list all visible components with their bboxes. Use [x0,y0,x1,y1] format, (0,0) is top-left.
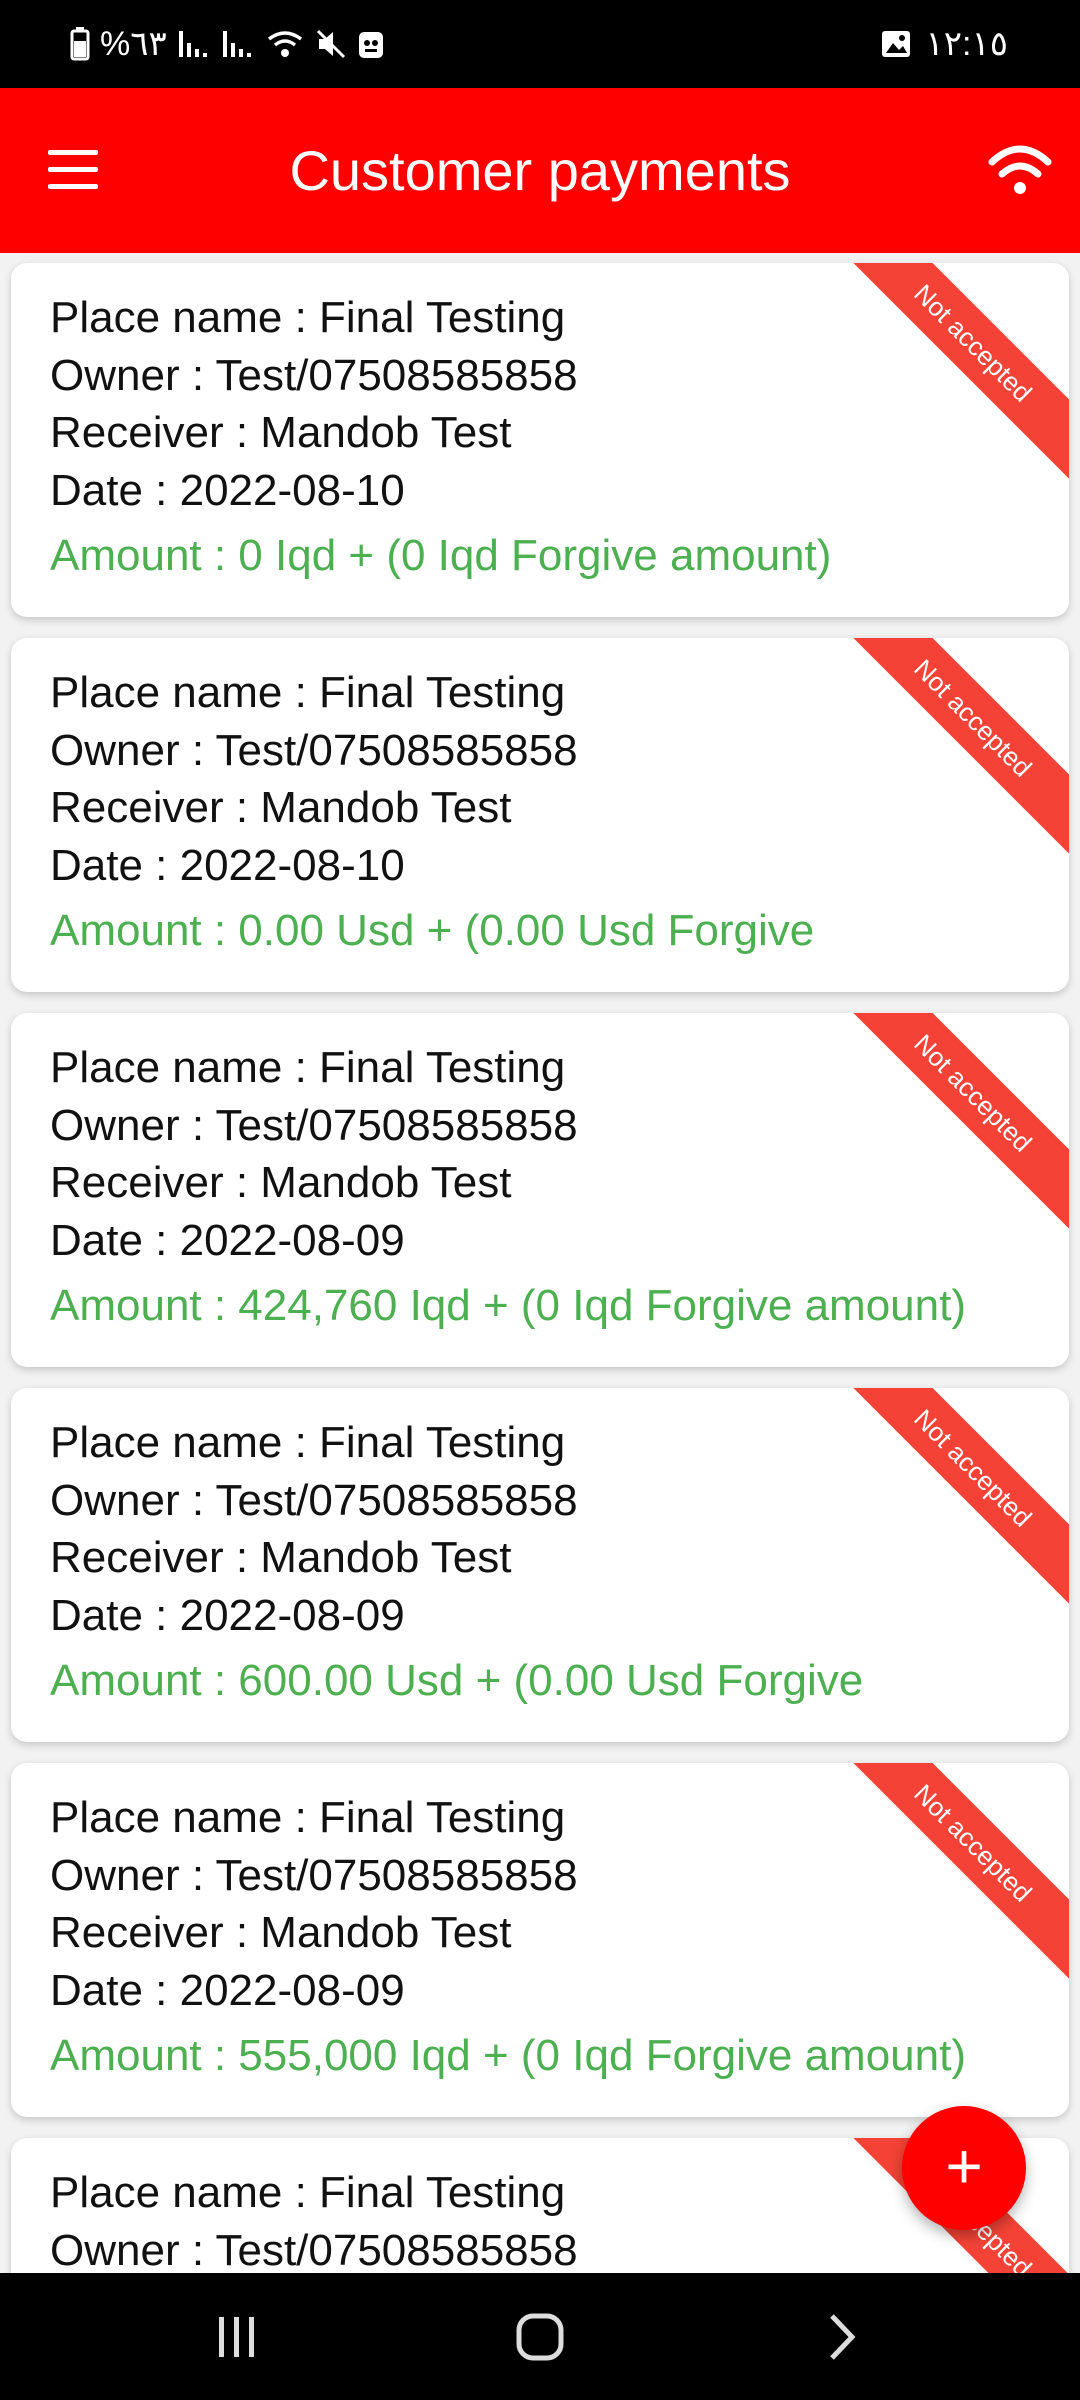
place-name: Place name : Final Testing [50,668,566,717]
owner: Owner : Test/07508585858 [50,2225,578,2274]
owner: Owner : Test/07508585858 [50,725,578,775]
app-notification-icon [358,32,383,58]
signal-icon-2 [222,31,251,57]
payment-card[interactable]: Place name : Final Testing Owner : Test/… [11,638,1069,992]
amount: Amount : 600.00 Usd + (0.00 Usd Forgive [50,1656,864,1705]
owner: Owner : Test/07508585858 [50,1100,578,1150]
place-name: Place name : Final Testing [50,2168,566,2217]
place-name: Place name : Final Testing [50,1418,566,1467]
status-ribbon: Not accepted [832,638,1069,859]
receiver: Receiver : Mandob Test [50,1533,512,1582]
home-icon [516,2313,564,2360]
app-bar: Customer payments [0,88,1080,253]
place-name: Place name : Final Testing [50,1793,566,1842]
receiver: Receiver : Mandob Test [50,1158,512,1207]
status-right-group: ١٢:١٥ [880,22,1009,66]
battery-icon [70,27,90,61]
payments-list[interactable]: Place name : Final Testing Owner : Test/… [0,253,1080,2273]
signal-icon-1 [178,31,207,57]
add-payment-button[interactable]: + [902,2106,1026,2230]
payment-card[interactable]: Place name : Final Testing Owner : Test/… [11,1763,1069,2117]
plus-icon: + [945,2130,983,2202]
date: Date : 2022-08-10 [50,465,405,515]
date: Date : 2022-08-10 [50,840,405,890]
status-time: ١٢:١٥ [925,25,1009,63]
home-button[interactable] [480,2273,600,2400]
recent-apps-icon [219,2316,254,2357]
payment-card[interactable]: Place name : Final Testing Owner : Test/… [11,1388,1069,1742]
recent-apps-button[interactable] [177,2273,297,2400]
mute-icon [316,29,345,59]
back-button[interactable] [782,2273,902,2400]
page-title: Customer payments [289,139,791,202]
chevron-right-icon [830,2313,856,2360]
gallery-icon [881,31,910,57]
amount: Amount : 0.00 Usd + (0.00 Usd Forgive [50,906,815,955]
payment-card[interactable]: Place name : Final Testing Owner : Test/… [11,263,1069,617]
date: Date : 2022-08-09 [50,1965,405,2015]
system-nav-bar [0,2273,1080,2400]
status-ribbon: Not accepted [832,263,1069,484]
status-ribbon: Not accepted [832,1388,1069,1609]
receiver: Receiver : Mandob Test [50,783,512,832]
wifi-icon[interactable] [988,142,1052,198]
wifi-status-icon [267,31,302,57]
payment-card[interactable]: Place name : Final Testing Owner : Test/… [11,1013,1069,1367]
receiver: Receiver : Mandob Test [50,1908,512,1957]
status-bar: %٦٣ ١٢:١٥ [0,0,1080,88]
place-name: Place name : Final Testing [50,293,566,342]
battery-percent: %٦٣ [100,25,167,63]
place-name: Place name : Final Testing [50,1043,566,1092]
amount: Amount : 424,760 Iqd + (0 Iqd Forgive am… [50,1281,966,1330]
owner: Owner : Test/07508585858 [50,1475,578,1525]
owner: Owner : Test/07508585858 [50,350,578,400]
receiver: Receiver : Mandob Test [50,408,512,457]
amount: Amount : 0 Iqd + (0 Iqd Forgive amount) [50,531,832,580]
date: Date : 2022-08-09 [50,1215,405,1265]
amount: Amount : 555,000 Iqd + (0 Iqd Forgive am… [50,2031,966,2080]
date: Date : 2022-08-09 [50,1590,405,1640]
owner: Owner : Test/07508585858 [50,1850,578,1900]
status-left-group: %٦٣ [70,22,385,66]
